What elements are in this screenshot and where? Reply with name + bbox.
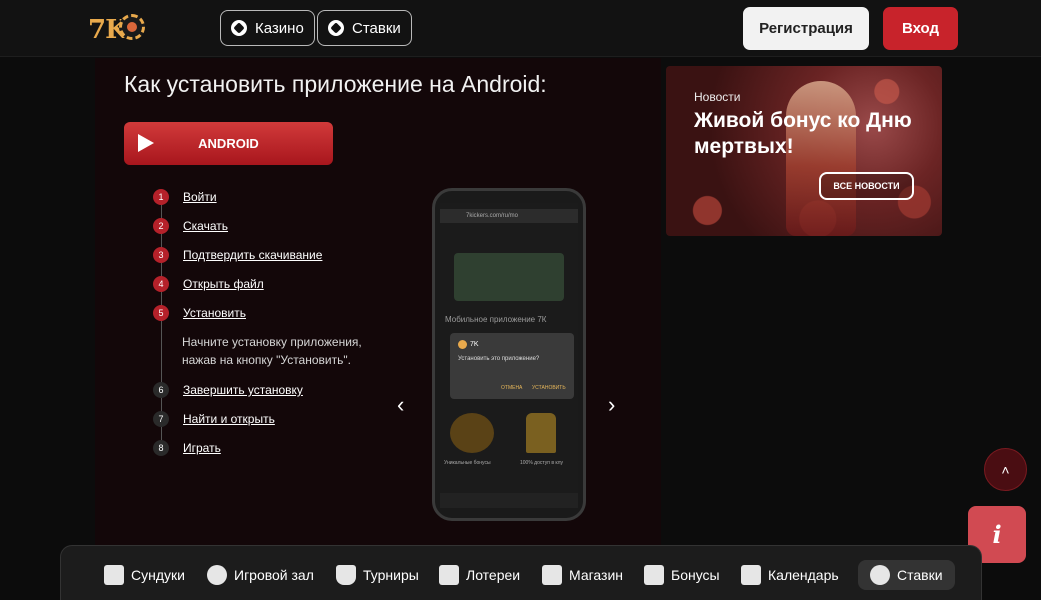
carousel-prev-button[interactable]: ‹ <box>397 394 404 416</box>
step-link[interactable]: Открыть файл <box>183 277 264 291</box>
phone-screen: 7kickers.com/ru/mo Мобильное приложение … <box>440 203 578 508</box>
top-header: 7K Казино Ставки Регистрация Вход <box>0 0 1041 57</box>
bottom-nav-label: Магазин <box>569 567 624 583</box>
bottom-nav-chests[interactable]: Сундуки <box>104 560 185 590</box>
phone-feature-1: Уникальные бонусы <box>444 460 491 466</box>
news-tag: Новости <box>694 90 741 104</box>
dialog-cancel: ОТМЕНА <box>501 385 523 391</box>
step-item[interactable]: 5 Установить <box>153 304 246 322</box>
all-news-button[interactable]: ВСЕ НОВОСТИ <box>819 172 914 200</box>
phone-url-bar: 7kickers.com/ru/mo <box>440 209 578 223</box>
phone-feature-2: 100% доступ в клу <box>520 460 564 466</box>
bottom-navigation: Сундуки Игровой зал Турниры Лотереи Мага… <box>60 545 982 600</box>
bottom-nav-label: Сундуки <box>131 567 185 583</box>
dialog-app-name: 7K <box>470 341 479 348</box>
phone-app-title: Мобильное приложение 7К <box>445 315 547 324</box>
step-number: 1 <box>153 189 169 205</box>
step-item[interactable]: 2 Скачать <box>153 217 228 235</box>
phone-screenshot: 7kickers.com/ru/mo Мобильное приложение … <box>432 188 586 521</box>
logo-chip-icon <box>119 14 145 40</box>
step-item[interactable]: 8 Играть <box>153 439 221 457</box>
step-link[interactable]: Скачать <box>183 219 228 233</box>
step-item[interactable]: 3 Подтвердить скачивание <box>153 246 322 264</box>
step-number: 5 <box>153 305 169 321</box>
calendar-icon <box>741 565 761 585</box>
bottom-nav-calendar[interactable]: Календарь <box>741 560 839 590</box>
bottom-nav-bets[interactable]: Ставки <box>858 560 955 590</box>
step-number: 7 <box>153 411 169 427</box>
android-button-label: ANDROID <box>198 136 259 151</box>
phone-bottom-nav <box>440 493 578 508</box>
shop-bag-icon <box>542 565 562 585</box>
app-logo-icon <box>458 340 467 349</box>
bottom-nav-bonuses[interactable]: Бонусы <box>644 560 720 590</box>
login-button[interactable]: Вход <box>883 7 958 50</box>
soccer-ball-icon <box>870 565 890 585</box>
nav-bets-label: Ставки <box>352 19 401 37</box>
step-link[interactable]: Завершить установку <box>183 383 303 397</box>
bottom-nav-game-hall[interactable]: Игровой зал <box>207 560 314 590</box>
step-number: 8 <box>153 440 169 456</box>
nav-bets-button[interactable]: Ставки <box>317 10 412 46</box>
news-banner[interactable]: Новости Живой бонус ко Дню мертвых! ВСЕ … <box>666 66 942 236</box>
bottom-nav-tournaments[interactable]: Турниры <box>336 560 419 590</box>
slot-machine-image <box>454 253 564 301</box>
page-title: Как установить приложение на Android: <box>124 71 547 97</box>
step-link[interactable]: Играть <box>183 441 221 455</box>
step-number: 3 <box>153 247 169 263</box>
trophy-icon <box>336 565 356 585</box>
register-button[interactable]: Регистрация <box>743 7 869 50</box>
nav-casino-label: Казино <box>255 19 304 37</box>
bottom-nav-label: Календарь <box>768 567 839 583</box>
step-item[interactable]: 1 Войти <box>153 188 217 206</box>
play-store-icon <box>138 134 154 152</box>
install-dialog: 7K Установить это приложение? ОТМЕНА УСТ… <box>450 333 574 399</box>
roulette-icon <box>231 20 247 36</box>
step-number: 2 <box>153 218 169 234</box>
soccer-ball-icon <box>328 20 344 36</box>
step-link[interactable]: Подтвердить скачивание <box>183 248 322 262</box>
dialog-question: Установить это приложение? <box>458 356 540 362</box>
carousel-next-button[interactable]: › <box>608 394 615 416</box>
chest-icon <box>104 565 124 585</box>
step-number: 6 <box>153 382 169 398</box>
step-item[interactable]: 6 Завершить установку <box>153 381 303 399</box>
bottom-nav-label: Игровой зал <box>234 567 314 583</box>
step-description: Начните установку приложения, нажав на к… <box>182 335 362 367</box>
gift-icon <box>644 565 664 585</box>
coins-image <box>450 413 494 453</box>
step-link[interactable]: Установить <box>183 306 246 320</box>
bottom-nav-label: Лотереи <box>466 567 521 583</box>
dialog-install: УСТАНОВИТЬ <box>532 385 566 391</box>
install-guide-panel: Как установить приложение на Android: AN… <box>95 58 661 548</box>
step-number: 4 <box>153 276 169 292</box>
step-item[interactable]: 4 Открыть файл <box>153 275 264 293</box>
7k-logo[interactable]: 7K <box>88 11 148 47</box>
android-download-button[interactable]: ANDROID <box>124 122 333 165</box>
bottom-nav-label: Бонусы <box>671 567 720 583</box>
bottom-nav-label: Ставки <box>897 567 943 583</box>
bottom-nav-lotteries[interactable]: Лотереи <box>439 560 520 590</box>
step-link[interactable]: Войти <box>183 190 217 204</box>
bottom-nav-shop[interactable]: Магазин <box>542 560 623 590</box>
lock-icon <box>526 413 556 453</box>
news-title: Живой бонус ко Дню мертвых! <box>694 109 912 158</box>
step-link[interactable]: Найти и открыть <box>183 412 275 426</box>
bottom-nav-label: Турниры <box>363 567 419 583</box>
scroll-to-top-button[interactable]: ˄ <box>984 448 1027 491</box>
step-item[interactable]: 7 Найти и открыть <box>153 410 275 428</box>
nav-casino-button[interactable]: Казино <box>220 10 315 46</box>
ticket-icon <box>439 565 459 585</box>
chip-icon <box>207 565 227 585</box>
